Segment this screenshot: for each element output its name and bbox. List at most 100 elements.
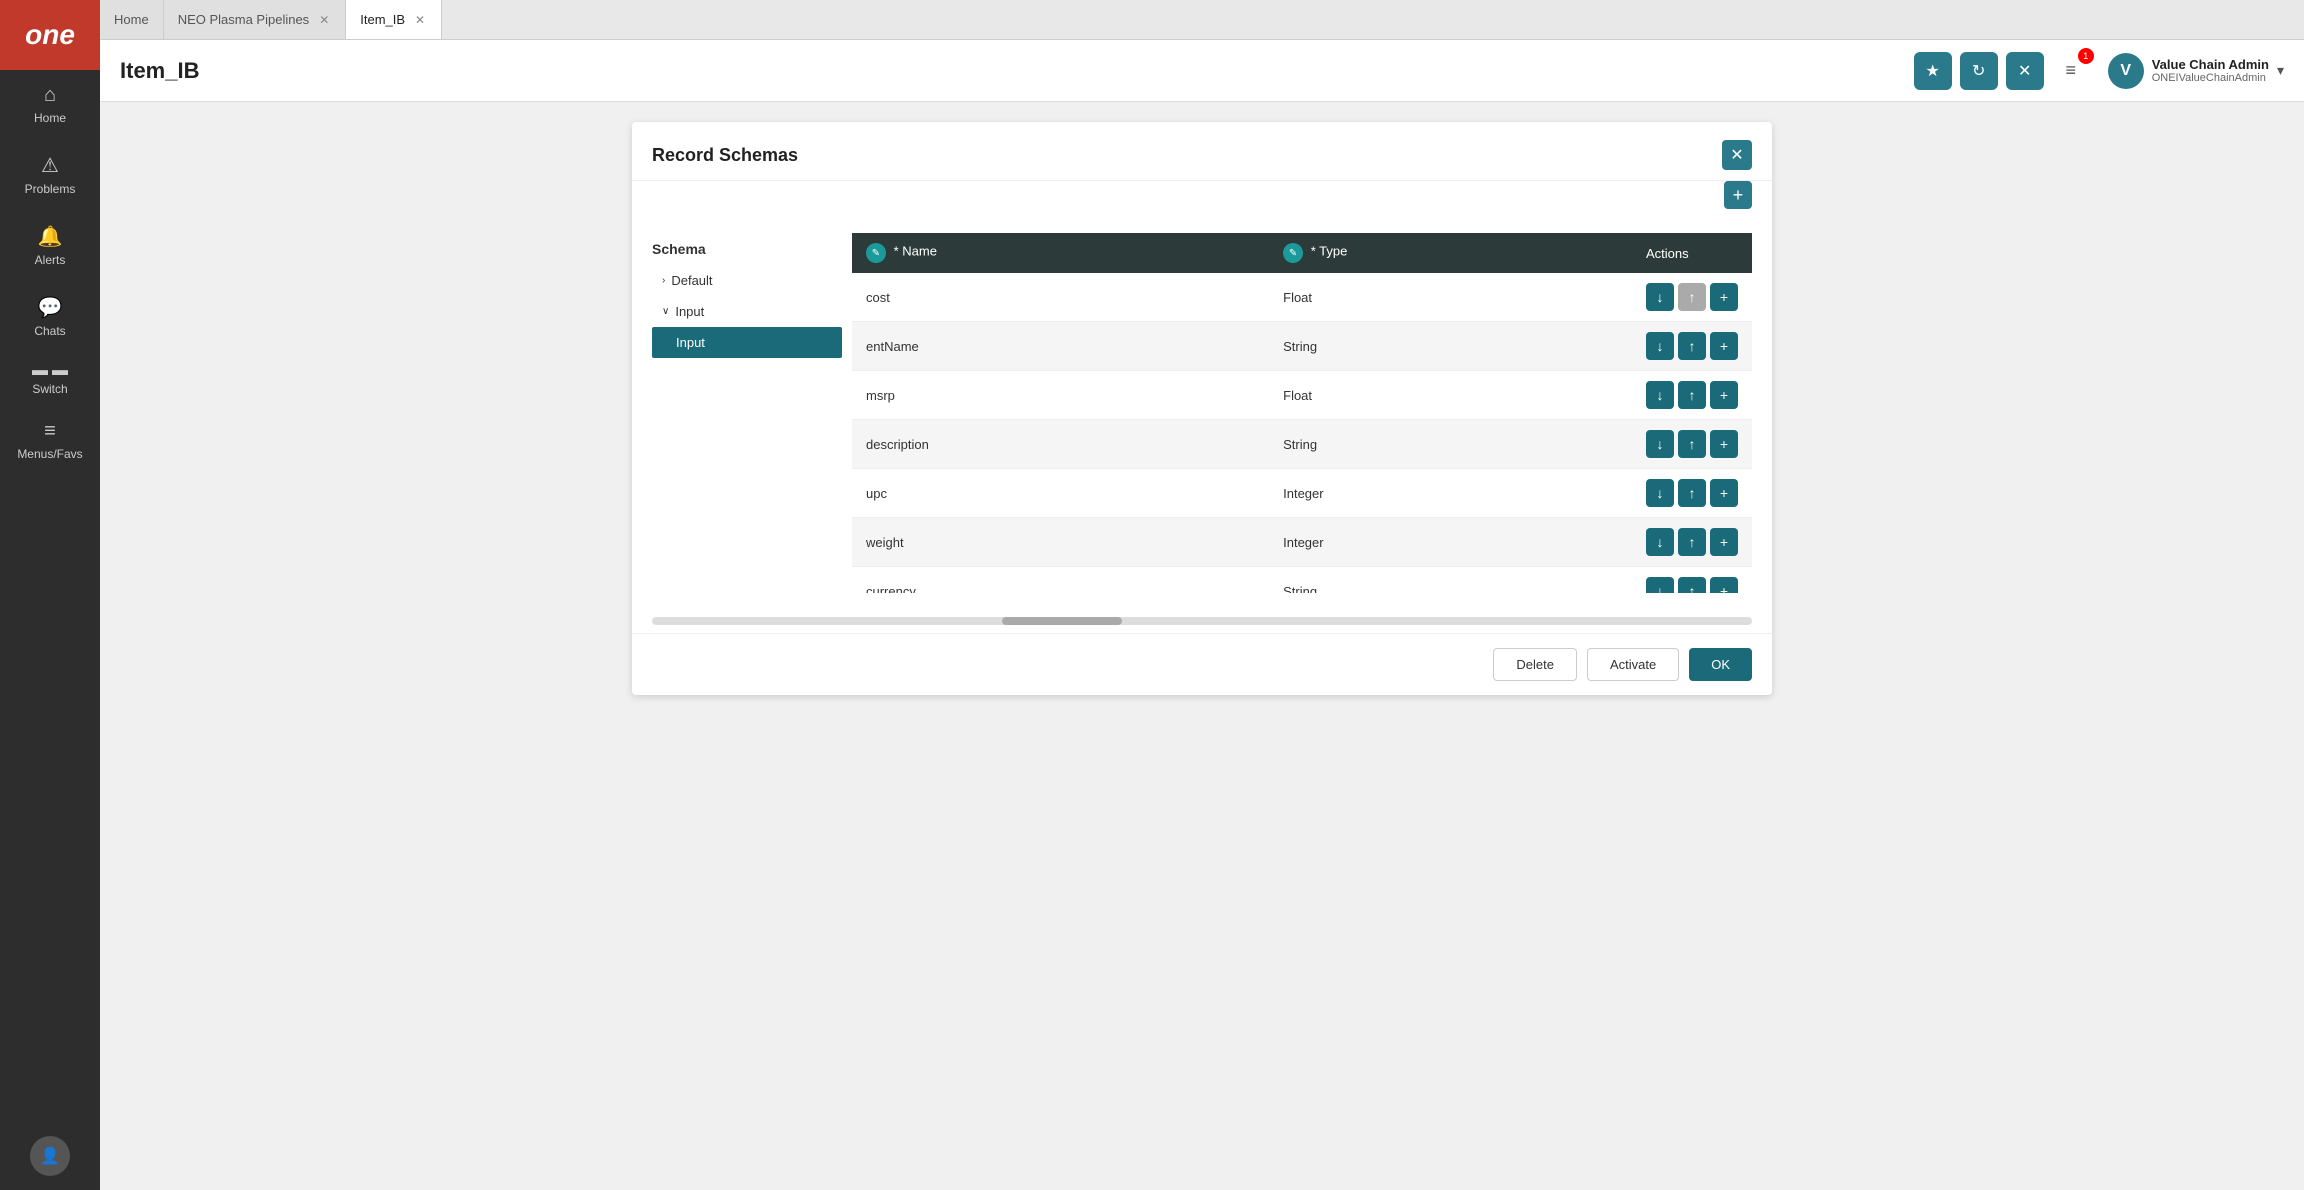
add-field-button[interactable]: + [1710,283,1738,311]
move-down-button[interactable]: ↓ [1646,479,1674,507]
cell-name: cost [852,273,1269,322]
action-buttons-group: ↓↑+ [1646,381,1738,409]
user-avatar: V [2108,53,2144,89]
notification-badge: 1 [2078,48,2094,64]
user-avatar-small: 👤 [30,1136,70,1176]
schema-item-default[interactable]: › Default [652,265,842,296]
tab-neo[interactable]: NEO Plasma Pipelines ✕ [164,0,347,39]
switch-icon-left: ▬ [32,362,48,380]
action-buttons-group: ↓↑+ [1646,479,1738,507]
move-up-button[interactable]: ↑ [1678,577,1706,593]
action-buttons-group: ↓↑+ [1646,528,1738,556]
table-row: costFloat↓↑+ [852,273,1752,322]
add-field-button[interactable]: + [1710,430,1738,458]
sidebar-label-switch: Switch [32,382,67,396]
page-title: Item_IB [120,58,1914,84]
action-buttons-group: ↓↑+ [1646,430,1738,458]
sidebar-item-problems[interactable]: ⚠ Problems [0,139,100,210]
add-field-button[interactable]: + [1710,332,1738,360]
table-body: costFloat↓↑+entNameString↓↑+msrpFloat↓↑+… [852,273,1752,593]
edit-icon-name: ✎ [866,243,886,263]
sidebar-item-chats[interactable]: 💬 Chats [0,281,100,352]
schema-sidebar: Schema › Default ∨ Input Input [652,233,852,593]
user-dropdown-chevron[interactable]: ▾ [2277,62,2284,79]
table-area: ✎ * Name ✎ * Type Actions [852,233,1752,593]
tab-item-ib-close[interactable]: ✕ [413,13,427,27]
cell-type: Integer [1269,469,1632,518]
add-field-button[interactable]: + [1710,479,1738,507]
ok-button[interactable]: OK [1689,648,1752,681]
tab-home[interactable]: Home [100,0,164,39]
app-logo[interactable]: one [0,0,100,70]
switch-icon-right: ▬ [52,362,68,380]
cell-actions: ↓↑+ [1632,469,1752,518]
table-row: currencyString↓↑+ [852,567,1752,594]
record-close-button[interactable]: ✕ [1722,140,1752,170]
cell-actions: ↓↑+ [1632,371,1752,420]
cell-name: currency [852,567,1269,594]
move-down-button[interactable]: ↓ [1646,381,1674,409]
add-schema-button[interactable]: + [1724,181,1752,209]
sidebar-label-alerts: Alerts [35,253,66,267]
move-up-button[interactable]: ↑ [1678,430,1706,458]
move-down-button[interactable]: ↓ [1646,528,1674,556]
delete-button[interactable]: Delete [1493,648,1577,681]
favorite-button[interactable]: ★ [1914,52,1952,90]
close-button[interactable]: ✕ [2006,52,2044,90]
page-content: Record Schemas ✕ + Schema › Default ∨ [100,102,2304,1190]
tab-item-ib-label: Item_IB [360,12,405,27]
cell-actions: ↓↑+ [1632,420,1752,469]
scrollbar-thumb [1002,617,1122,625]
move-up-button: ↑ [1678,283,1706,311]
schema-table: ✎ * Name ✎ * Type Actions [852,233,1752,593]
cell-actions: ↓↑+ [1632,273,1752,322]
table-row: upcInteger↓↑+ [852,469,1752,518]
table-scroll-container[interactable]: ✎ * Name ✎ * Type Actions [852,233,1752,593]
move-down-button[interactable]: ↓ [1646,283,1674,311]
schema-input-child-label: Input [676,335,705,350]
record-card-header: Record Schemas ✕ [632,122,1772,181]
refresh-button[interactable]: ↻ [1960,52,1998,90]
tab-neo-close[interactable]: ✕ [317,13,331,27]
col-type-label: * Type [1311,244,1348,259]
user-role: ONEIValueChainAdmin [2152,72,2269,84]
action-buttons-group: ↓↑+ [1646,283,1738,311]
add-field-button[interactable]: + [1710,577,1738,593]
move-up-button[interactable]: ↑ [1678,381,1706,409]
chat-icon: 💬 [38,295,63,320]
move-down-button[interactable]: ↓ [1646,430,1674,458]
sidebar-avatar[interactable]: 👤 [0,1122,100,1190]
schema-input-parent-label: Input [675,304,704,319]
move-down-button[interactable]: ↓ [1646,577,1674,593]
cell-name: weight [852,518,1269,567]
col-header-name: ✎ * Name [852,233,1269,273]
move-up-button[interactable]: ↑ [1678,332,1706,360]
cell-name: description [852,420,1269,469]
move-down-button[interactable]: ↓ [1646,332,1674,360]
add-field-button[interactable]: + [1710,528,1738,556]
sidebar-item-alerts[interactable]: 🔔 Alerts [0,210,100,281]
tab-home-label: Home [114,12,149,27]
logo-text: one [25,19,75,51]
move-up-button[interactable]: ↑ [1678,479,1706,507]
record-schemas-title: Record Schemas [652,145,798,166]
sidebar-item-home[interactable]: ⌂ Home [0,70,100,139]
cell-actions: ↓↑+ [1632,322,1752,371]
sidebar-item-switch[interactable]: ▬ ▬ Switch [0,352,100,406]
move-up-button[interactable]: ↑ [1678,528,1706,556]
add-field-button[interactable]: + [1710,381,1738,409]
tab-item-ib[interactable]: Item_IB ✕ [346,0,442,39]
activate-button[interactable]: Activate [1587,648,1679,681]
cell-actions: ↓↑+ [1632,518,1752,567]
table-header-row: ✎ * Name ✎ * Type Actions [852,233,1752,273]
schema-item-input-parent[interactable]: ∨ Input [652,296,842,327]
table-row: entNameString↓↑+ [852,322,1752,371]
cell-name: entName [852,322,1269,371]
sidebar-item-menus[interactable]: ≡ Menus/Favs [0,406,100,475]
schema-item-input-child[interactable]: Input [652,327,842,358]
sidebar-label-menus: Menus/Favs [17,447,82,461]
cell-type: String [1269,420,1632,469]
menu-button[interactable]: ≡ 1 [2052,52,2090,90]
schema-column-header: Schema [652,233,842,265]
horizontal-scrollbar[interactable] [652,617,1752,625]
